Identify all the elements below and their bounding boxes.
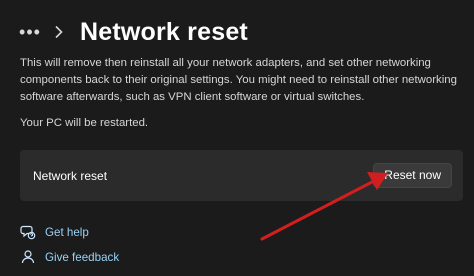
help-icon — [20, 224, 36, 240]
network-reset-card: Network reset Reset now — [20, 150, 463, 201]
give-feedback-link[interactable]: Give feedback — [20, 249, 119, 265]
page-header: ••• Network reset — [19, 12, 460, 52]
feedback-icon — [20, 249, 36, 265]
get-help-link[interactable]: Get help — [20, 224, 89, 240]
restart-note: Your PC will be restarted. — [20, 117, 149, 129]
get-help-label: Get help — [45, 225, 89, 239]
more-options-button[interactable]: ••• — [16, 17, 44, 47]
description-text: This will remove then reinstall all your… — [20, 57, 457, 103]
network-reset-label: Network reset — [33, 168, 108, 183]
reset-now-button[interactable]: Reset now — [373, 163, 452, 188]
page-title: Network reset — [80, 17, 248, 46]
more-horizontal-icon: ••• — [19, 21, 41, 42]
chevron-right-icon — [48, 25, 70, 39]
give-feedback-label: Give feedback — [45, 250, 120, 264]
